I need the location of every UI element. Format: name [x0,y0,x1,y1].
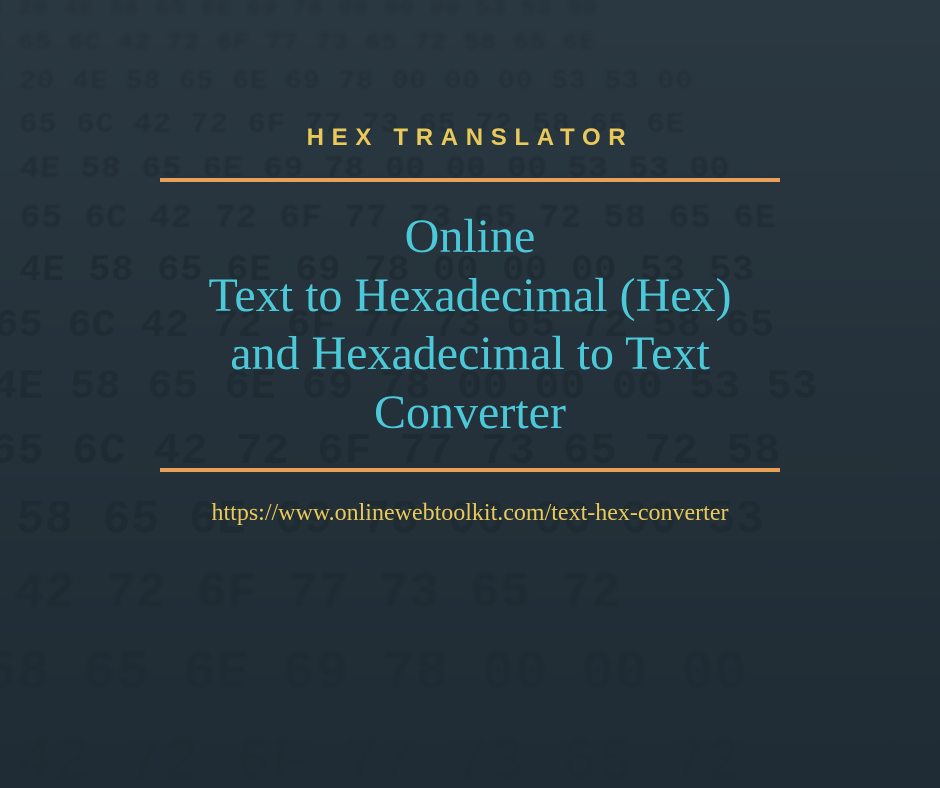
divider-bottom [160,468,780,472]
divider-top [160,178,780,182]
content: HEX TRANSLATOR Online Text to Hexadecima… [0,0,940,788]
category-label: HEX TRANSLATOR [307,124,634,152]
main-title: Online Text to Hexadecimal (Hex) and Hex… [208,208,731,442]
source-url: https://www.onlinewebtoolkit.com/text-he… [212,500,729,527]
